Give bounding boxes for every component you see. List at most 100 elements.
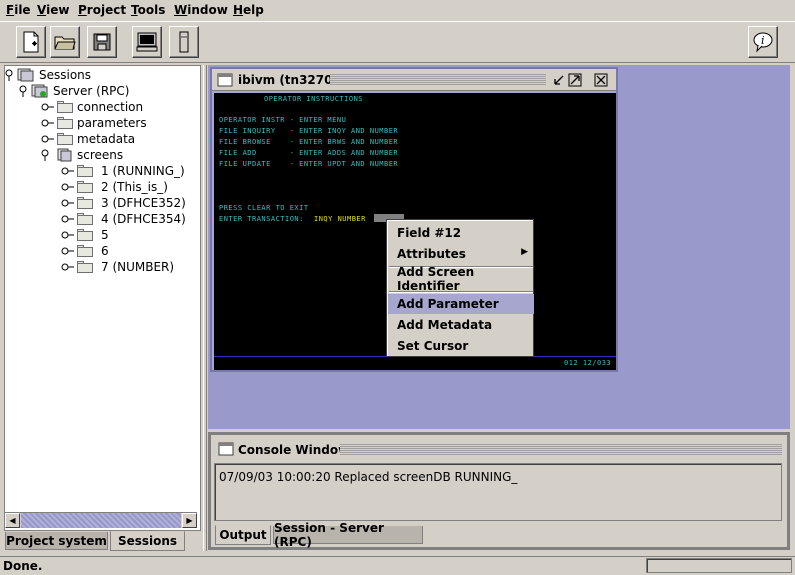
tree-item-screens[interactable]: screens (41, 147, 123, 163)
tree-item-screen[interactable]: 6 (61, 243, 109, 259)
save-button[interactable] (87, 26, 117, 58)
iconify-icon[interactable] (552, 73, 566, 87)
terminal-line: PRESS CLEAR TO EXIT (219, 204, 309, 212)
menu-help[interactable]: Help (233, 3, 264, 17)
close-icon[interactable] (594, 73, 608, 87)
menu-item-add-metadata[interactable]: Add Metadata (388, 315, 534, 335)
tab-project-system[interactable]: Project system (5, 532, 108, 550)
tree-horizontal-scrollbar[interactable]: ◀ ▶ (5, 512, 197, 528)
menu-item-field[interactable]: Field #12 (388, 223, 534, 243)
tree-collapsed-icon (61, 167, 74, 175)
tab-session-server[interactable]: Session - Server (RPC) (273, 521, 423, 549)
menu-bar: File View Project Tools Window Help (0, 0, 795, 21)
menu-separator (389, 291, 533, 293)
menu-item-add-parameter[interactable]: Add Parameter (388, 294, 534, 314)
folder-icon (77, 165, 93, 177)
menu-item-attributes[interactable]: Attributes ▶ (388, 244, 534, 264)
title-bar-texture (330, 74, 546, 86)
folder-icon (57, 133, 73, 145)
tree-item-screen[interactable]: 7 (NUMBER) (61, 259, 174, 275)
tree-item-screen[interactable]: 1 (RUNNING_) (61, 163, 185, 179)
folder-icon (77, 229, 93, 241)
status-text: Done. (3, 559, 43, 573)
split-pane-divider[interactable] (203, 65, 207, 551)
tree-item-server[interactable]: Server (RPC) (19, 83, 129, 99)
tree-label: Server (RPC) (53, 84, 130, 98)
new-button[interactable] (16, 26, 46, 58)
tab-output[interactable]: Output (215, 525, 271, 545)
terminal-line: FILE BROWSE - ENTER BRWS AND NUMBER (219, 138, 399, 146)
scrollbar-thumb[interactable] (21, 513, 181, 528)
save-disk-icon (93, 33, 111, 51)
folder-icon (57, 101, 73, 113)
context-menu: Field #12 Attributes ▶ Add Screen Identi… (386, 219, 534, 357)
terminal-title-bar[interactable]: ibivm (tn3270) (212, 69, 616, 91)
tree-collapsed-icon (61, 247, 74, 255)
tree-item-connection[interactable]: connection (41, 99, 143, 115)
tree-item-screen[interactable]: 3 (DFHCE352) (61, 195, 186, 211)
tree-collapsed-icon (61, 183, 74, 191)
tree-collapsed-icon (41, 119, 54, 127)
device-button[interactable] (169, 26, 199, 58)
console-log-line: 07/09/03 10:00:20 Replaced screenDB RUNN… (219, 470, 518, 484)
status-bar: Done. (0, 556, 795, 575)
tree-collapsed-icon (61, 231, 74, 239)
scroll-right-icon[interactable]: ▶ (182, 513, 197, 528)
help-button[interactable]: i (748, 26, 778, 58)
title-bar-texture (340, 444, 782, 456)
menu-item-label: Attributes (397, 247, 466, 261)
device-icon (179, 31, 189, 53)
tree-label: parameters (77, 116, 147, 130)
tree-root-sessions[interactable]: Sessions (5, 67, 91, 83)
folder-icon (77, 181, 93, 193)
folder-icon (77, 261, 93, 273)
menu-tools[interactable]: Tools (131, 3, 165, 17)
folder-icon (57, 117, 73, 129)
tree-label: 5 (101, 228, 109, 242)
window-icon (218, 442, 234, 456)
tree-item-metadata[interactable]: metadata (41, 131, 135, 147)
folder-icon (77, 245, 93, 257)
scroll-left-icon[interactable]: ◀ (5, 513, 20, 528)
tree-collapsed-icon (41, 135, 54, 143)
tree-label: 3 (DFHCE352) (101, 196, 186, 210)
menu-item-set-cursor[interactable]: Set Cursor (388, 336, 534, 356)
menu-file[interactable]: File (6, 3, 31, 17)
terminal-line: FILE ADD - ENTER ADDS AND NUMBER (219, 149, 399, 157)
maximize-icon[interactable] (568, 73, 582, 87)
progress-indicator (646, 558, 792, 573)
console-log-area[interactable]: 07/09/03 10:00:20 Replaced screenDB RUNN… (214, 463, 782, 521)
menu-item-add-screen-identifier[interactable]: Add Screen Identifier (388, 265, 534, 293)
tree-expanded-icon (19, 85, 27, 97)
console-title-bar[interactable]: Console Window (214, 440, 786, 460)
tree-collapsed-icon (61, 199, 74, 207)
tab-sessions[interactable]: Sessions (110, 531, 185, 551)
menu-project[interactable]: Project (78, 3, 126, 17)
svg-text:i: i (761, 34, 765, 47)
tree-expanded-icon (41, 149, 49, 161)
terminal-input-text: INQY NUMBER (314, 215, 366, 223)
tree-label: 4 (DFHCE354) (101, 212, 186, 226)
toolbar: i (0, 21, 795, 63)
tree-item-screen[interactable]: 2 (This_is_) (61, 179, 168, 195)
monitor-button[interactable] (132, 26, 162, 58)
tree-item-screen[interactable]: 4 (DFHCE354) (61, 211, 186, 227)
tree-label: 6 (101, 244, 109, 258)
open-button[interactable] (50, 26, 80, 58)
tree-label: connection (77, 100, 144, 114)
tree-item-screen[interactable]: 5 (61, 227, 109, 243)
sessions-icon (17, 68, 34, 82)
terminal-line: FILE INQUIRY - ENTER INQY AND NUMBER (219, 127, 399, 135)
menu-window[interactable]: Window (174, 3, 228, 17)
tree-collapsed-icon (41, 103, 54, 111)
window-icon (217, 73, 233, 87)
terminal-cursor-position: 012 12/033 (564, 359, 612, 367)
terminal-line: OPERATOR INSTR - ENTER MENU (219, 116, 347, 124)
terminal-line: FILE UPDATE - ENTER UPDT AND NUMBER (219, 160, 399, 168)
folder-icon (77, 213, 93, 225)
tree-label: 7 (NUMBER) (101, 260, 175, 274)
console-title: Console Window (238, 443, 350, 457)
tree-collapsed-icon (61, 215, 74, 223)
tree-item-parameters[interactable]: parameters (41, 115, 147, 131)
menu-view[interactable]: View (37, 3, 69, 17)
